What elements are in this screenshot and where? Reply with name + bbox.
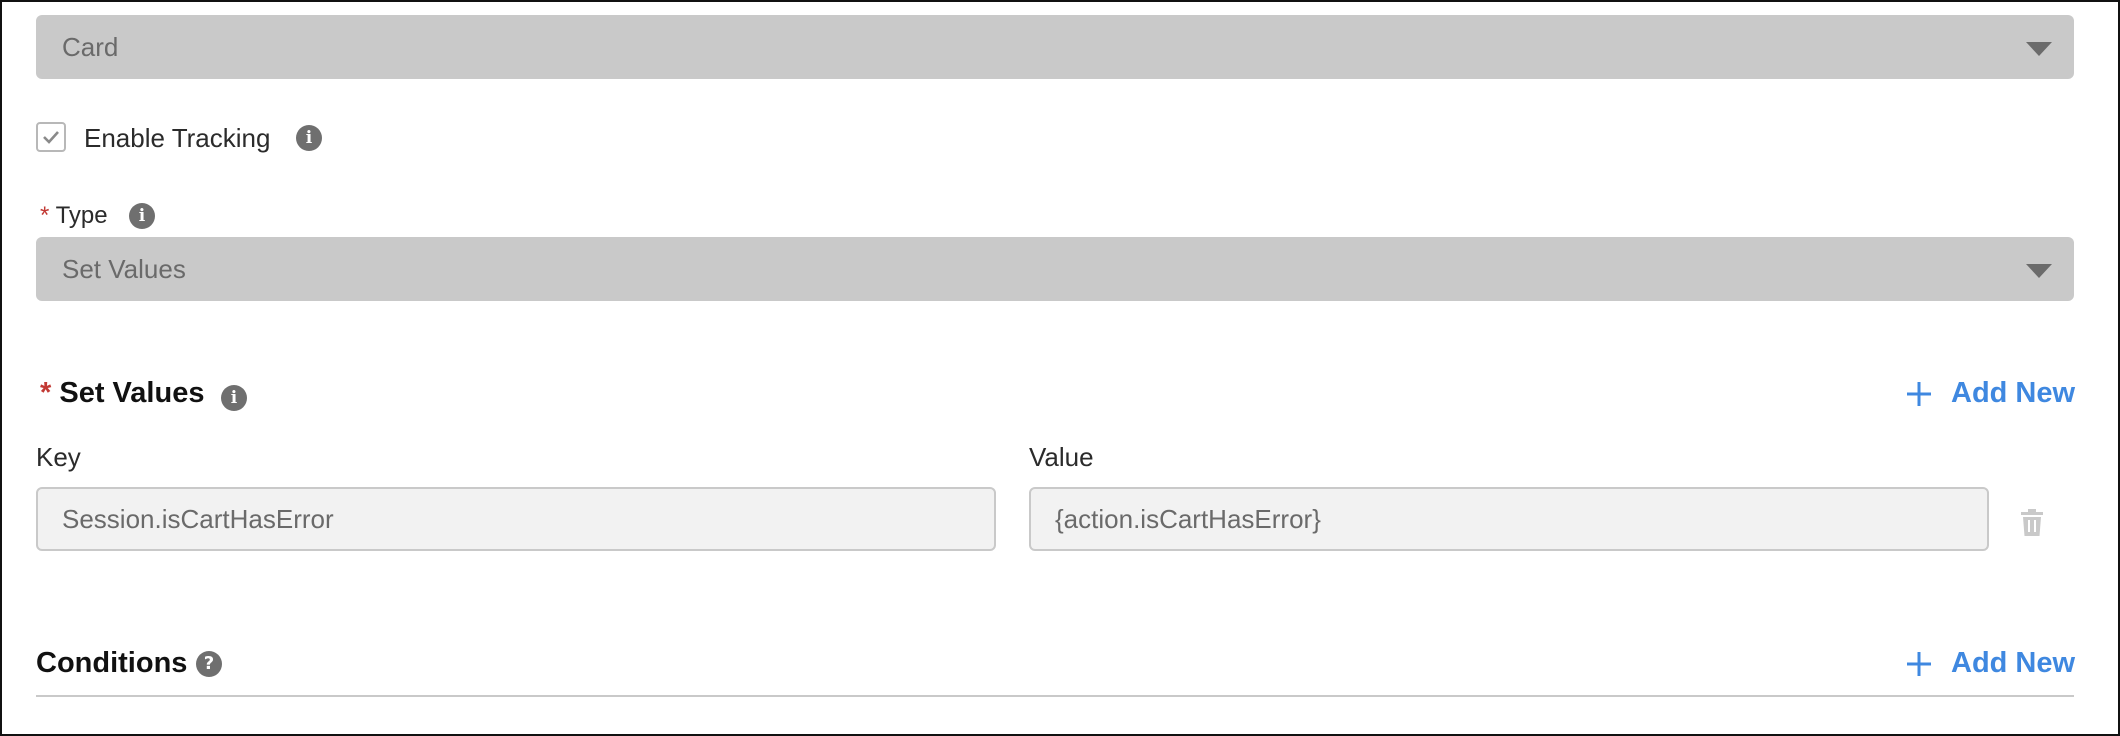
- type-select[interactable]: Set Values: [36, 237, 2074, 301]
- info-icon[interactable]: i: [129, 203, 155, 229]
- plus-icon: [1907, 381, 1931, 406]
- set-values-title: * Set Values: [40, 377, 204, 410]
- plus-icon: [1907, 651, 1931, 676]
- value-column-header: Value: [1029, 442, 1094, 472]
- divider: [36, 695, 2074, 697]
- card-select[interactable]: Card: [36, 15, 2074, 79]
- enable-tracking-checkbox[interactable]: [36, 122, 66, 152]
- enable-tracking-label: Enable Tracking: [84, 123, 271, 153]
- set-values-title-text: Set Values: [59, 377, 205, 409]
- form-panel: Card Enable Tracking i * Type i Set Valu…: [0, 0, 2120, 736]
- add-new-label: Add New: [1951, 647, 2076, 679]
- key-input-value: Session.isCartHasError: [62, 504, 334, 534]
- info-icon[interactable]: i: [221, 385, 247, 411]
- value-input-value: {action.isCartHasError}: [1055, 504, 1321, 534]
- trash-icon[interactable]: [2020, 509, 2044, 537]
- value-input[interactable]: {action.isCartHasError}: [1029, 487, 1989, 551]
- required-asterisk: *: [40, 202, 50, 229]
- type-label: * Type: [40, 202, 108, 230]
- key-column-header: Key: [36, 442, 81, 472]
- conditions-add-new-button[interactable]: Add New: [1905, 647, 2075, 680]
- conditions-title: Conditions: [36, 647, 188, 679]
- caret-down-icon: [2026, 42, 2052, 56]
- required-asterisk: *: [40, 377, 52, 409]
- card-select-value: Card: [62, 32, 119, 62]
- type-select-value: Set Values: [62, 254, 186, 284]
- set-values-add-new-button[interactable]: Add New: [1905, 377, 2075, 410]
- add-new-label: Add New: [1951, 377, 2076, 409]
- checkmark-icon: [43, 131, 59, 144]
- key-input[interactable]: Session.isCartHasError: [36, 487, 996, 551]
- type-label-text: Type: [55, 202, 108, 229]
- caret-down-icon: [2026, 264, 2052, 278]
- question-icon[interactable]: ?: [196, 651, 222, 677]
- info-icon[interactable]: i: [296, 125, 322, 151]
